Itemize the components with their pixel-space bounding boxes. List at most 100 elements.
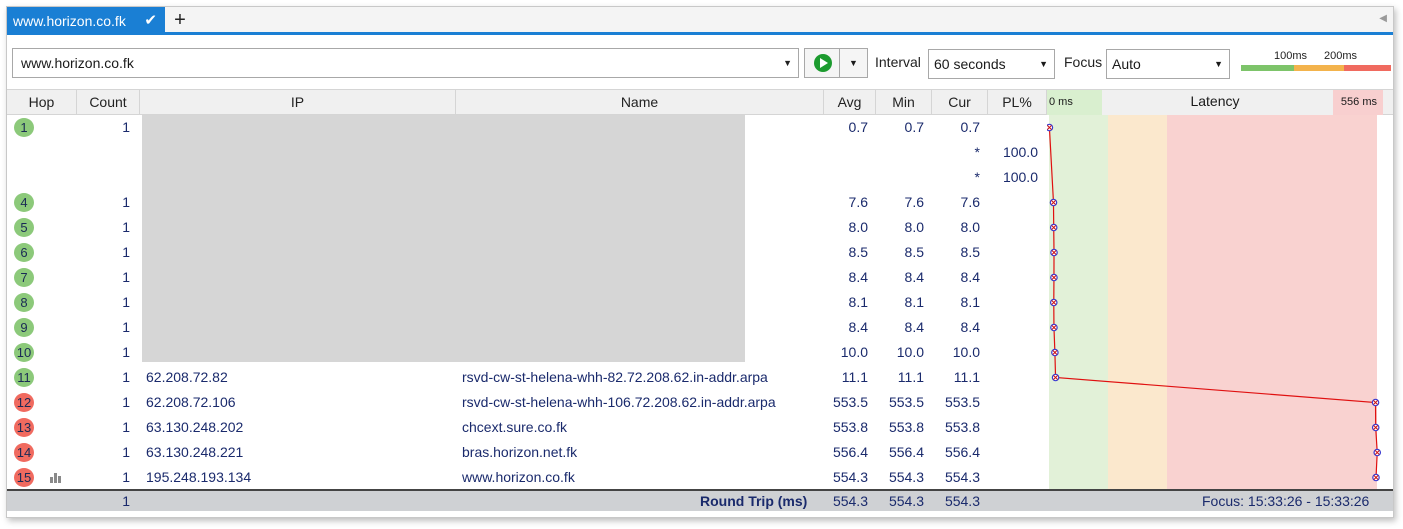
hop-count: 1 [122, 244, 130, 260]
column-count[interactable]: Count [77, 90, 140, 115]
latency-max-label: 556 ms [1340, 96, 1377, 108]
footer-focus-range: Focus: 15:33:26 - 15:33:26 [1202, 493, 1370, 509]
hop-number: 6 [14, 243, 34, 262]
latency-point [1049, 298, 1058, 307]
hop-count: 1 [122, 444, 130, 460]
hop-number: 12 [14, 393, 34, 412]
hop-avg: 8.4 [848, 269, 868, 285]
tab-strip: www.horizon.co.fk ✔ + ◀ [7, 7, 1393, 35]
latency-zone-red [1166, 115, 1377, 489]
hop-packet-loss [988, 265, 1038, 290]
scale-100-label: 100ms [1274, 50, 1308, 62]
column-avg[interactable]: Avg [824, 90, 876, 115]
hop-avg: 8.5 [848, 244, 868, 260]
hop-count: 1 [122, 194, 130, 210]
hop-avg: 553.5 [832, 394, 868, 410]
scale-200-label: 200ms [1324, 50, 1358, 62]
hop-avg: 8.4 [848, 319, 868, 335]
scale-yellow-bar [1294, 65, 1344, 71]
hop-min: 8.0 [904, 219, 924, 235]
hop-cur: 8.4 [960, 319, 980, 335]
start-trace-button[interactable] [804, 48, 840, 78]
timeline-graph-icon[interactable] [50, 471, 62, 483]
hop-packet-loss [988, 315, 1038, 340]
check-icon: ✔ [144, 12, 157, 29]
trace-options-button[interactable]: ▼ [840, 48, 868, 78]
latency-point [1049, 198, 1058, 207]
tab-title: www.horizon.co.fk [13, 13, 126, 29]
chevron-down-icon: ▼ [1039, 59, 1048, 69]
hop-cur: * [974, 144, 980, 160]
hop-name: bras.horizon.net.fk [462, 444, 578, 460]
column-cur[interactable]: Cur [932, 90, 988, 115]
hop-ip: 62.208.72.106 [146, 394, 236, 410]
hop-ip: 63.130.248.202 [146, 419, 244, 435]
hop-packet-loss [988, 115, 1038, 140]
column-min[interactable]: Min [876, 90, 932, 115]
table-row[interactable]: 13 1 63.130.248.202 chcext.sure.co.fk 553.8 5… [7, 415, 1047, 440]
hop-min: 8.4 [904, 319, 924, 335]
latency-point [1049, 223, 1058, 232]
scale-red-bar [1344, 65, 1391, 71]
hop-min: 553.8 [888, 419, 924, 435]
hop-avg: 8.1 [848, 294, 868, 310]
footer-count: 1 [122, 493, 130, 509]
hop-min: 553.5 [888, 394, 924, 410]
interval-select[interactable]: 60 seconds ▼ [928, 49, 1055, 79]
footer-avg: 554.3 [832, 493, 868, 509]
target-input[interactable]: www.horizon.co.fk ▼ [12, 48, 799, 78]
hop-count: 1 [122, 419, 130, 435]
table-row[interactable]: 15 1 195.248.193.134 www.horizon.co.fk 554.3… [7, 465, 1047, 490]
hop-packet-loss [988, 365, 1038, 390]
hop-avg: 7.6 [848, 194, 868, 210]
hop-number: 9 [14, 318, 34, 337]
hop-count: 1 [122, 369, 130, 385]
column-latency[interactable]: 0 ms Latency 556 ms [1047, 90, 1383, 115]
column-name[interactable]: Name [456, 90, 824, 115]
hop-min: 8.1 [904, 294, 924, 310]
hop-cur: 11.1 [953, 369, 980, 385]
column-ip[interactable]: IP [140, 90, 456, 115]
latency-point [1051, 348, 1059, 357]
hop-packet-loss [988, 190, 1038, 215]
chevron-down-icon[interactable]: ▼ [783, 49, 792, 77]
focus-select[interactable]: Auto ▼ [1106, 49, 1230, 79]
hop-cur: 0.7 [960, 119, 980, 135]
interval-label: Interval [875, 54, 921, 70]
latency-title: Latency [1190, 93, 1240, 109]
target-value: www.horizon.co.fk [21, 55, 134, 71]
hop-packet-loss [988, 390, 1038, 415]
hop-count: 1 [122, 344, 130, 360]
scroll-left-icon[interactable]: ◀ [1379, 13, 1387, 24]
latency-point [1047, 123, 1054, 132]
hop-min: 7.6 [904, 194, 924, 210]
hop-packet-loss [988, 290, 1038, 315]
app-window: www.horizon.co.fk ✔ + ◀ www.horizon.co.f… [6, 6, 1394, 518]
table-row[interactable]: 14 1 63.130.248.221 bras.horizon.net.fk 556.… [7, 440, 1047, 465]
latency-point [1051, 373, 1060, 382]
latency-point [1050, 273, 1058, 282]
table-row[interactable]: 12 1 62.208.72.106 rsvd-cw-st-helena-whh-10… [7, 390, 1047, 415]
round-trip-footer: 1 Round Trip (ms) 554.3 554.3 554.3 Focu… [7, 489, 1393, 511]
hop-ip: 63.130.248.221 [146, 444, 244, 460]
hop-count [77, 140, 130, 165]
tab-target[interactable]: www.horizon.co.fk ✔ [7, 7, 165, 35]
hop-cur: 553.8 [944, 419, 980, 435]
column-pl[interactable]: PL% [988, 90, 1047, 115]
latency-point [1371, 398, 1380, 407]
hop-avg: 8.0 [848, 219, 868, 235]
hop-count: 1 [122, 269, 130, 285]
latency-point [1050, 248, 1058, 257]
latency-scale-legend: 100ms 200ms [1241, 50, 1391, 72]
table-row[interactable]: 11 1 62.208.72.82 rsvd-cw-st-helena-whh-82.… [7, 365, 1047, 390]
hop-count: 1 [122, 294, 130, 310]
column-hop[interactable]: Hop [7, 90, 77, 115]
latency-point [1373, 448, 1382, 457]
hop-cur: 554.3 [944, 469, 980, 485]
hop-packet-loss [988, 340, 1038, 365]
hop-packet-loss [988, 440, 1038, 465]
hop-name: www.horizon.co.fk [462, 469, 575, 485]
hop-packet-loss [988, 465, 1038, 490]
hop-min: 11.1 [897, 369, 924, 385]
add-tab-button[interactable]: + [171, 8, 189, 32]
